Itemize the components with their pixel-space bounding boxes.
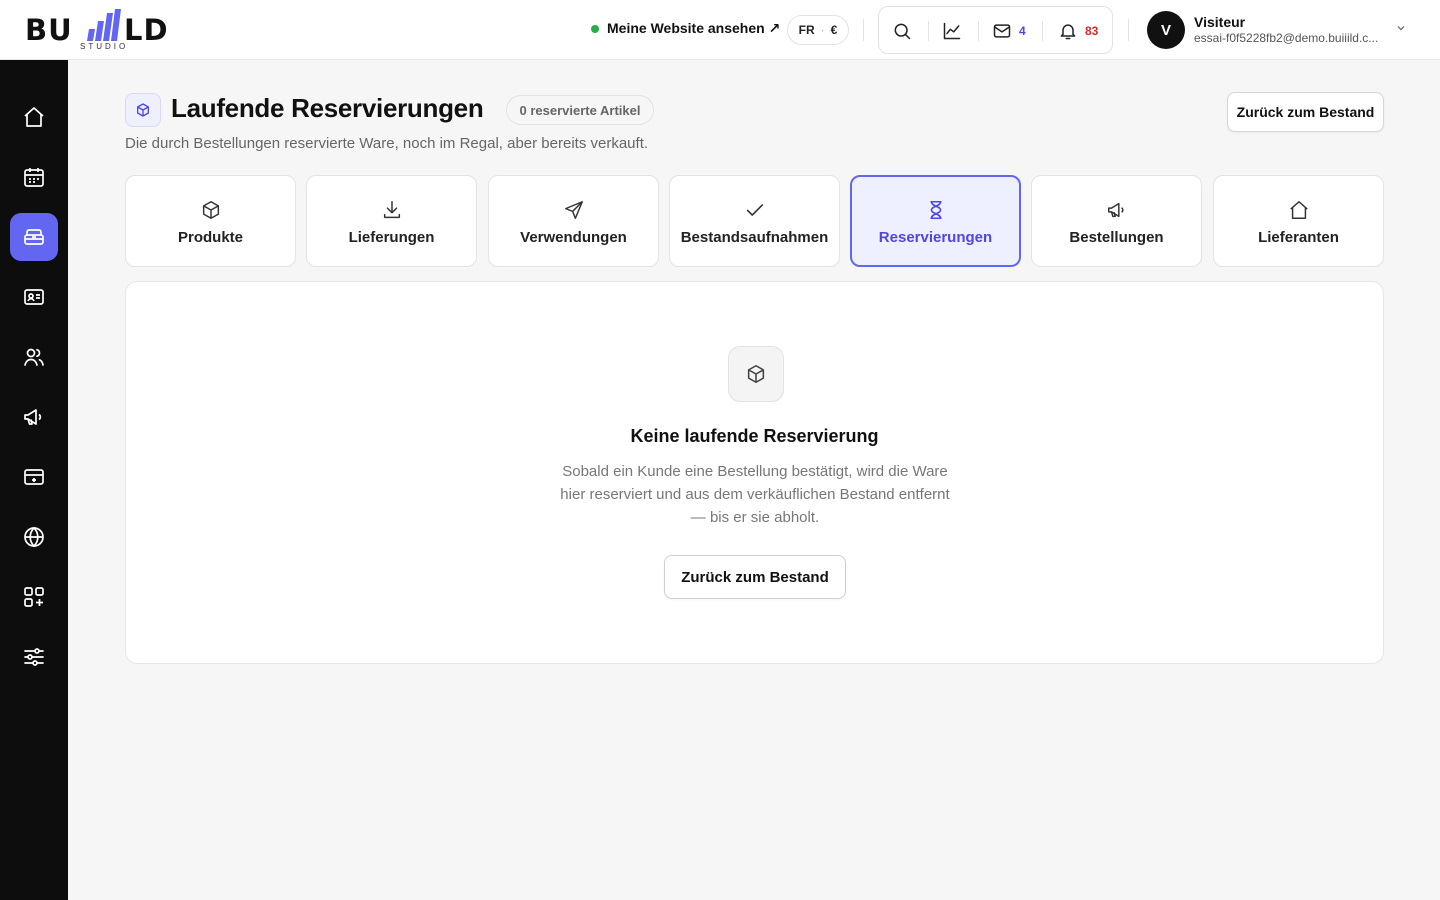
- sidebar-item-calendar[interactable]: [10, 153, 58, 201]
- tab-label: Reservierungen: [878, 229, 993, 246]
- sidebar-item-users[interactable]: [10, 333, 58, 381]
- logo-bars-icon: [87, 9, 121, 41]
- sidebar-item-apps[interactable]: [10, 573, 58, 621]
- page-title: Laufende Reservierungen: [171, 93, 484, 123]
- megaphone-icon: [24, 409, 42, 425]
- user-email: essai-f0f5228fb2@demo.buiiild.c...: [1194, 31, 1379, 45]
- megaphone-icon: [1108, 202, 1124, 218]
- globe-icon: [24, 526, 44, 548]
- box-icon: [137, 103, 149, 117]
- box-icon: [747, 364, 765, 384]
- avatar: V: [1147, 11, 1185, 49]
- payment-card-icon: [24, 469, 44, 485]
- logo[interactable]: BU LD STUDIO: [25, 9, 185, 53]
- reserved-count-badge: 0 reservierte Artikel: [506, 95, 654, 125]
- tab-lieferungen[interactable]: Lieferungen: [306, 175, 477, 267]
- inventory-icon: [24, 229, 44, 245]
- box-icon: [202, 201, 220, 219]
- top-bar: BU LD STUDIO Meine Website ansehen ↗ FR …: [0, 0, 1440, 60]
- back-to-stock-button[interactable]: Zurück zum Bestand: [1227, 92, 1384, 132]
- tab-reservierungen[interactable]: Reservierungen: [850, 175, 1021, 267]
- tab-bestandsaufnahmen[interactable]: Bestandsaufnahmen: [669, 175, 840, 267]
- notifications-button[interactable]: 83: [1058, 19, 1098, 43]
- view-website-link[interactable]: Meine Website ansehen ↗: [591, 20, 780, 37]
- empty-state-icon-box: [728, 346, 784, 402]
- page-subtitle: Die durch Bestellungen reservierte Ware,…: [125, 135, 649, 152]
- messages-count: 4: [1019, 24, 1026, 38]
- page-title-icon: [125, 93, 161, 127]
- tab-label: Lieferungen: [348, 229, 435, 246]
- currency-label: €: [830, 23, 838, 37]
- sidebar-item-home[interactable]: [10, 93, 58, 141]
- mail-icon: [993, 24, 1011, 38]
- sidebar-item-payments[interactable]: [10, 453, 58, 501]
- home-icon: [24, 107, 44, 127]
- search-icon: [894, 23, 911, 40]
- home-icon: [1290, 201, 1308, 219]
- user-name: Visiteur: [1194, 14, 1246, 30]
- check-icon: [746, 204, 764, 216]
- stats-button[interactable]: [942, 19, 962, 43]
- notifications-count: 83: [1085, 24, 1099, 38]
- chevron-down-icon: [1397, 26, 1405, 31]
- hourglass-icon: [930, 200, 942, 220]
- empty-back-to-stock-button[interactable]: Zurück zum Bestand: [664, 555, 846, 599]
- download-icon: [383, 201, 401, 219]
- header-tools: 4 83: [878, 6, 1113, 54]
- tab-label: Produkte: [177, 229, 243, 246]
- sidebar-item-settings[interactable]: [10, 633, 58, 681]
- tab-produkte[interactable]: Produkte: [125, 175, 296, 267]
- logo-text-right: LD: [124, 13, 169, 47]
- logo-text-left: BU: [25, 13, 73, 47]
- calendar-icon: [24, 168, 44, 187]
- site-status-dot: [591, 24, 599, 33]
- tab-verwendungen[interactable]: Verwendungen: [488, 175, 659, 267]
- language-currency-selector[interactable]: FR · €: [787, 15, 849, 45]
- sidebar-item-contacts[interactable]: [10, 273, 58, 321]
- inventory-tabs: Produkte Lieferungen Verwendungen Bestan…: [125, 175, 1384, 267]
- reservations-panel: Keine laufende Reservierung Sobald ein K…: [125, 281, 1384, 664]
- contact-card-icon: [24, 289, 44, 305]
- sidebar-item-website[interactable]: [10, 513, 58, 561]
- chart-icon: [943, 22, 961, 40]
- user-menu[interactable]: V Visiteur essai-f0f5228fb2@demo.buiiild…: [1147, 11, 1417, 49]
- empty-state-text: Sobald ein Kunde eine Bestellung bestäti…: [560, 463, 950, 526]
- send-icon: [565, 201, 583, 219]
- tab-bestellungen[interactable]: Bestellungen: [1031, 175, 1202, 267]
- users-icon: [24, 348, 44, 366]
- empty-state-title: Keine laufende Reservierung: [630, 426, 879, 446]
- tab-label: Bestellungen: [1069, 229, 1164, 246]
- logo-subtitle: STUDIO: [80, 42, 129, 51]
- language-label: FR: [798, 23, 815, 37]
- sidebar-item-inventory[interactable]: [10, 213, 58, 261]
- search-button[interactable]: [892, 19, 912, 43]
- apps-add-icon: [24, 587, 44, 607]
- tab-label: Bestandsaufnahmen: [680, 229, 829, 246]
- sidebar: [0, 60, 68, 900]
- messages-button[interactable]: 4: [992, 19, 1026, 43]
- bell-icon: [1060, 24, 1076, 40]
- tab-lieferanten[interactable]: Lieferanten: [1213, 175, 1384, 267]
- sidebar-item-marketing[interactable]: [10, 393, 58, 441]
- sliders-icon: [24, 648, 44, 666]
- view-website-label: Meine Website ansehen ↗: [607, 20, 781, 36]
- tab-label: Verwendungen: [520, 229, 627, 246]
- tab-label: Lieferanten: [1258, 229, 1339, 246]
